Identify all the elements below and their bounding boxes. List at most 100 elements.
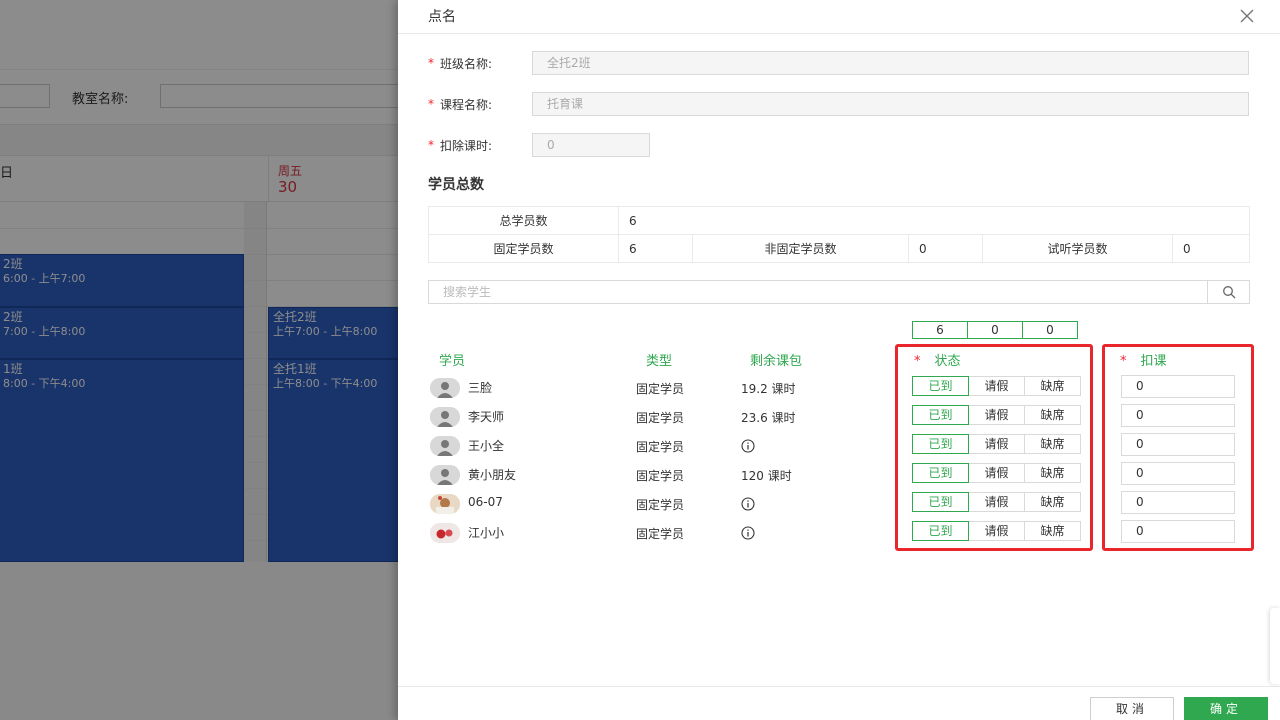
fixed-students-value: 6 bbox=[618, 234, 693, 263]
avatar bbox=[430, 465, 460, 485]
section-title: 学员总数 bbox=[428, 177, 484, 193]
roll-call-drawer: 点名 * 班级名称: 全托2班 * 课程名称: 托育课 * 扣除课时: 0 学员… bbox=[398, 0, 1280, 720]
column-header-student: 学员 bbox=[439, 354, 466, 369]
student-search-input[interactable] bbox=[429, 281, 1207, 303]
student-row: 黄小朋友 固定学员 120 课时 已到 请假 缺席 0 bbox=[428, 462, 1250, 487]
student-row: 李天师 固定学员 23.6 课时 已到 请假 缺席 0 bbox=[428, 404, 1250, 429]
drawer-footer: 取消 确定 bbox=[398, 686, 1280, 720]
course-name-field[interactable]: 托育课 bbox=[532, 92, 1249, 116]
status-leave-button[interactable]: 请假 bbox=[968, 492, 1025, 512]
status-absent-button[interactable]: 缺席 bbox=[1024, 492, 1081, 512]
class-name-field[interactable]: 全托2班 bbox=[532, 51, 1249, 75]
status-leave-button[interactable]: 请假 bbox=[968, 434, 1025, 454]
student-type: 固定学员 bbox=[636, 527, 685, 541]
student-type: 固定学员 bbox=[636, 498, 685, 512]
deduct-hours-row: * 扣除课时: bbox=[428, 133, 532, 157]
side-floating-tab[interactable] bbox=[1270, 608, 1280, 684]
nonfixed-students-value: 0 bbox=[908, 234, 983, 263]
total-students-label: 总学员数 bbox=[428, 206, 619, 235]
status-present-button[interactable]: 已到 bbox=[912, 521, 969, 541]
student-type: 固定学员 bbox=[636, 440, 685, 454]
confirm-button[interactable]: 确定 bbox=[1184, 697, 1268, 720]
student-name: 王小全 bbox=[468, 439, 505, 453]
status-leave-button[interactable]: 请假 bbox=[968, 376, 1025, 396]
deduct-input[interactable]: 0 bbox=[1121, 462, 1235, 485]
status-present-button[interactable]: 已到 bbox=[912, 492, 969, 512]
deduct-input[interactable]: 0 bbox=[1121, 404, 1235, 427]
student-name: 三脸 bbox=[468, 381, 493, 395]
cancel-button[interactable]: 取消 bbox=[1090, 697, 1174, 720]
student-remaining: 19.2 课时 bbox=[741, 382, 796, 396]
avatar bbox=[430, 494, 460, 514]
status-absent-button[interactable]: 缺席 bbox=[1024, 434, 1081, 454]
class-name-row: * 班级名称: bbox=[428, 51, 532, 75]
column-header-remaining: 剩余课包 bbox=[750, 354, 803, 369]
count-absent: 0 bbox=[1022, 321, 1078, 339]
status-leave-button[interactable]: 请假 bbox=[968, 463, 1025, 483]
avatar bbox=[430, 436, 460, 456]
required-mark: * bbox=[428, 56, 434, 70]
drawer-header: 点名 bbox=[398, 0, 1280, 34]
modal-mask[interactable] bbox=[0, 0, 400, 720]
status-counts: 6 0 0 bbox=[912, 321, 1078, 339]
course-name-row: * 课程名称: bbox=[428, 92, 532, 116]
info-icon[interactable] bbox=[741, 439, 755, 453]
student-type: 固定学员 bbox=[636, 382, 685, 396]
status-toggle: 已到 请假 缺席 bbox=[912, 463, 1081, 483]
status-present-button[interactable]: 已到 bbox=[912, 434, 969, 454]
status-absent-button[interactable]: 缺席 bbox=[1024, 463, 1081, 483]
search-button[interactable] bbox=[1207, 281, 1249, 303]
student-remaining: 23.6 课时 bbox=[741, 411, 796, 425]
student-name: 06-07 bbox=[468, 495, 503, 509]
close-icon[interactable] bbox=[1238, 7, 1256, 25]
avatar bbox=[430, 523, 460, 543]
class-name-label: 班级名称: bbox=[440, 56, 493, 71]
student-name: 江小小 bbox=[468, 526, 505, 540]
student-stats-table: 总学员数 6 固定学员数 6 非固定学员数 0 试听学员数 0 bbox=[428, 206, 1250, 263]
deduct-input[interactable]: 0 bbox=[1121, 433, 1235, 456]
student-type: 固定学员 bbox=[636, 411, 685, 425]
fixed-students-label: 固定学员数 bbox=[428, 234, 619, 263]
status-toggle: 已到 请假 缺席 bbox=[912, 376, 1081, 396]
count-present: 6 bbox=[912, 321, 968, 339]
student-search bbox=[428, 280, 1250, 304]
status-present-button[interactable]: 已到 bbox=[912, 376, 969, 396]
course-name-label: 课程名称: bbox=[440, 97, 493, 112]
avatar bbox=[430, 378, 460, 398]
student-name: 李天师 bbox=[468, 410, 505, 424]
status-toggle: 已到 请假 缺席 bbox=[912, 521, 1081, 541]
status-present-button[interactable]: 已到 bbox=[912, 405, 969, 425]
avatar bbox=[430, 407, 460, 427]
student-row: 06-07 固定学员 已到 请假 缺席 0 bbox=[428, 491, 1250, 516]
nonfixed-students-label: 非固定学员数 bbox=[692, 234, 909, 263]
total-students-value: 6 bbox=[618, 206, 1250, 235]
status-toggle: 已到 请假 缺席 bbox=[912, 405, 1081, 425]
student-name: 黄小朋友 bbox=[468, 468, 517, 482]
status-toggle: 已到 请假 缺席 bbox=[912, 492, 1081, 512]
deduct-hours-label: 扣除课时: bbox=[440, 138, 493, 153]
column-header-type: 类型 bbox=[646, 354, 673, 369]
search-icon bbox=[1222, 286, 1235, 299]
deduct-hours-field[interactable]: 0 bbox=[532, 133, 650, 157]
status-absent-button[interactable]: 缺席 bbox=[1024, 521, 1081, 541]
student-row: 王小全 固定学员 已到 请假 缺席 0 bbox=[428, 433, 1250, 458]
required-mark: * bbox=[428, 97, 434, 111]
trial-students-value: 0 bbox=[1172, 234, 1250, 263]
info-icon[interactable] bbox=[741, 526, 755, 540]
deduct-input[interactable]: 0 bbox=[1121, 520, 1235, 543]
status-absent-button[interactable]: 缺席 bbox=[1024, 376, 1081, 396]
drawer-title: 点名 bbox=[428, 9, 456, 25]
count-leave: 0 bbox=[967, 321, 1023, 339]
status-toggle: 已到 请假 缺席 bbox=[912, 434, 1081, 454]
student-remaining: 120 课时 bbox=[741, 469, 792, 483]
student-type: 固定学员 bbox=[636, 469, 685, 483]
status-leave-button[interactable]: 请假 bbox=[968, 405, 1025, 425]
required-mark: * bbox=[428, 138, 434, 152]
status-present-button[interactable]: 已到 bbox=[912, 463, 969, 483]
info-icon[interactable] bbox=[741, 497, 755, 511]
deduct-input[interactable]: 0 bbox=[1121, 491, 1235, 514]
status-absent-button[interactable]: 缺席 bbox=[1024, 405, 1081, 425]
deduct-input[interactable]: 0 bbox=[1121, 375, 1235, 398]
status-leave-button[interactable]: 请假 bbox=[968, 521, 1025, 541]
student-row: 江小小 固定学员 已到 请假 缺席 0 bbox=[428, 520, 1250, 545]
